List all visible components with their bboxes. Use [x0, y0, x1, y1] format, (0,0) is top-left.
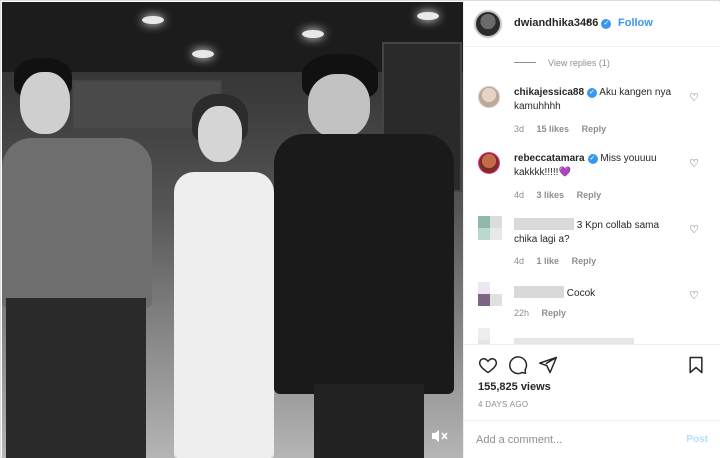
- like-comment-icon[interactable]: ♡: [688, 92, 700, 104]
- comment-body: 3 Kpn collab sama chika lagi a?: [514, 218, 684, 247]
- person-left: [2, 58, 162, 458]
- censored-avatar[interactable]: [478, 216, 502, 240]
- comment-text: Cocok: [566, 288, 596, 299]
- commenter-avatar[interactable]: [478, 152, 500, 174]
- comment-likes[interactable]: 15 likes: [537, 124, 570, 134]
- person-middle: [162, 94, 287, 458]
- heart-outline-icon[interactable]: [478, 355, 498, 375]
- comment-age: 4d: [514, 256, 525, 266]
- post-timestamp[interactable]: 4 DAYS AGO: [478, 400, 528, 409]
- post-frame: dwiandhika3486 ✓ • Follow View replies (1…: [0, 0, 720, 458]
- header-separator: •: [586, 16, 590, 28]
- comment-age: 4d: [514, 190, 525, 200]
- reply-button[interactable]: Reply: [542, 308, 567, 318]
- like-comment-icon[interactable]: ♡: [688, 290, 700, 302]
- comments-list[interactable]: View replies (1) chikajessica88 ✓ Aku kan…: [464, 48, 720, 344]
- author-avatar[interactable]: [474, 10, 502, 38]
- comment-age: 3d: [514, 124, 525, 134]
- reply-button[interactable]: Reply: [572, 256, 597, 266]
- post-video[interactable]: [2, 2, 463, 458]
- person-right: [274, 54, 463, 458]
- verified-badge-icon: ✓: [601, 19, 612, 29]
- censored-avatar[interactable]: [478, 282, 502, 306]
- comment-age: 22h: [514, 308, 530, 318]
- comment-body: Cocok: [514, 286, 684, 301]
- comment-likes[interactable]: 1 like: [537, 256, 560, 266]
- comment-likes[interactable]: 3 likes: [537, 190, 565, 200]
- like-comment-icon[interactable]: ♡: [688, 158, 700, 170]
- like-comment-icon[interactable]: ♡: [688, 224, 700, 236]
- comment-meta: 3d 15 likes Reply: [514, 124, 616, 134]
- speaker-muted-icon[interactable]: [429, 428, 449, 444]
- commenter-username[interactable]: chikajessica88: [514, 87, 584, 98]
- censored-username: [514, 218, 574, 230]
- ceiling-lamp: [302, 30, 324, 38]
- post-comment-button[interactable]: Post: [686, 434, 708, 445]
- commenter-avatar[interactable]: [478, 86, 500, 108]
- post-header: dwiandhika3486 ✓ • Follow: [464, 2, 720, 47]
- comment-bubble-icon[interactable]: [508, 355, 528, 375]
- verified-badge-icon: ✓: [587, 88, 598, 98]
- post-side-panel: dwiandhika3486 ✓ • Follow View replies (1…: [463, 2, 720, 458]
- comment-composer: Post: [464, 420, 720, 458]
- comment-body: rebeccatamara ✓ Miss youuuu kakkkk!!!!!💜: [514, 152, 684, 180]
- ceiling-lamp: [417, 12, 439, 20]
- author-username-row[interactable]: dwiandhika3486 ✓: [514, 17, 612, 29]
- follow-button[interactable]: Follow: [618, 17, 653, 29]
- verified-badge-icon: ✓: [587, 154, 598, 164]
- comment-meta: 22h Reply: [514, 308, 576, 318]
- censored-username: [514, 286, 564, 298]
- censored-avatar[interactable]: [478, 328, 502, 344]
- comment-meta: 4d 3 likes Reply: [514, 190, 611, 200]
- reply-button[interactable]: Reply: [582, 124, 607, 134]
- comment-meta: 4d 1 like Reply: [514, 256, 606, 266]
- post-actions: 155,825 views 4 DAYS AGO: [464, 344, 720, 414]
- comment-body: chikajessica88 ✓ Aku kangen nya kamuhhhh: [514, 86, 684, 114]
- view-replies-link[interactable]: View replies (1): [514, 58, 610, 68]
- paper-plane-icon[interactable]: [538, 355, 558, 375]
- reply-divider: [514, 62, 536, 63]
- bookmark-icon[interactable]: [686, 355, 706, 375]
- commenter-username[interactable]: rebeccatamara: [514, 153, 585, 164]
- reply-button[interactable]: Reply: [577, 190, 602, 200]
- ceiling-lamp: [192, 50, 214, 58]
- ceiling-lamp: [142, 16, 164, 24]
- view-replies-label[interactable]: View replies (1): [548, 58, 610, 68]
- comment-input[interactable]: [476, 431, 676, 449]
- view-count[interactable]: 155,825 views: [478, 381, 551, 393]
